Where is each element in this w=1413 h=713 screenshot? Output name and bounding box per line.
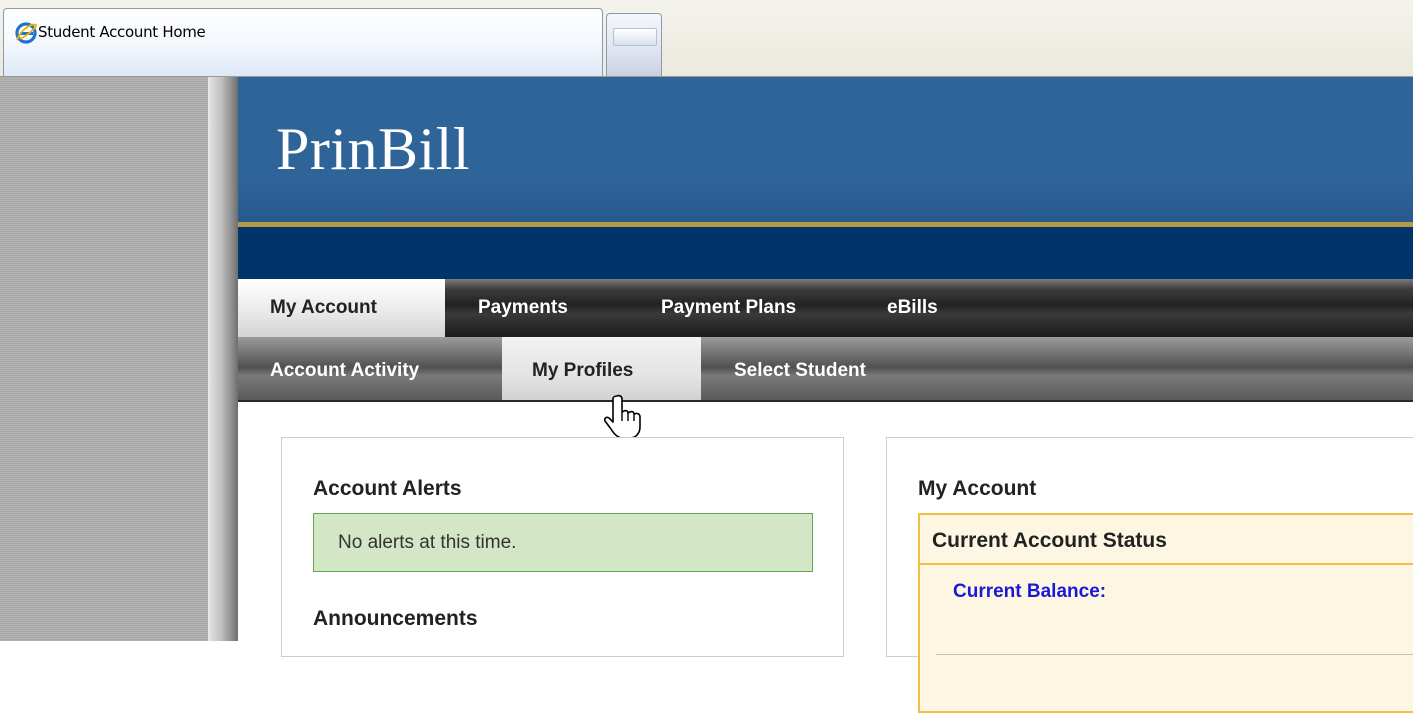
site-header: PrinBill xyxy=(238,77,1413,223)
account-status-panel: Current Account Status Current Balance: xyxy=(918,513,1413,713)
primary-nav: My Account Payments Payment Plans eBills xyxy=(238,279,1413,337)
no-alerts-message: No alerts at this time. xyxy=(313,513,813,572)
browser-tab-strip: Student Account Home xyxy=(0,0,1413,77)
account-status-heading: Current Account Status xyxy=(932,529,1167,552)
nav-tab-ebills[interactable]: eBills xyxy=(887,279,938,337)
page-border-shadow xyxy=(208,77,238,641)
my-account-panel: My Account Current Account Status Curren… xyxy=(886,437,1413,713)
nav-tab-my-account[interactable]: My Account xyxy=(238,279,445,337)
new-tab-button[interactable] xyxy=(606,13,662,76)
subnav-my-profiles[interactable]: My Profiles xyxy=(502,337,701,400)
subnav-account-activity[interactable]: Account Activity xyxy=(270,337,419,400)
alerts-panel: Account Alerts No alerts at this time. A… xyxy=(281,437,844,657)
nav-tab-payments[interactable]: Payments xyxy=(478,279,568,337)
ie-icon xyxy=(15,22,37,44)
announcements-heading: Announcements xyxy=(313,607,478,630)
left-gutter xyxy=(0,77,208,641)
nav-tab-payment-plans[interactable]: Payment Plans xyxy=(661,279,796,337)
account-alerts-heading: Account Alerts xyxy=(313,477,462,500)
balance-divider xyxy=(936,654,1413,655)
current-balance-label: Current Balance: xyxy=(953,581,1107,602)
my-account-heading: My Account xyxy=(918,477,1037,500)
new-tab-icon xyxy=(613,28,657,46)
hand-cursor-icon xyxy=(603,394,641,439)
secondary-nav: Account Activity My Profiles Select Stud… xyxy=(238,337,1413,402)
site-logo[interactable]: PrinBill xyxy=(276,115,470,184)
browser-tab-active[interactable]: Student Account Home xyxy=(3,8,603,76)
header-navy-band xyxy=(238,227,1413,279)
subnav-select-student[interactable]: Select Student xyxy=(734,337,866,400)
status-divider xyxy=(920,563,1413,565)
browser-tab-title: Student Account Home xyxy=(38,23,206,41)
